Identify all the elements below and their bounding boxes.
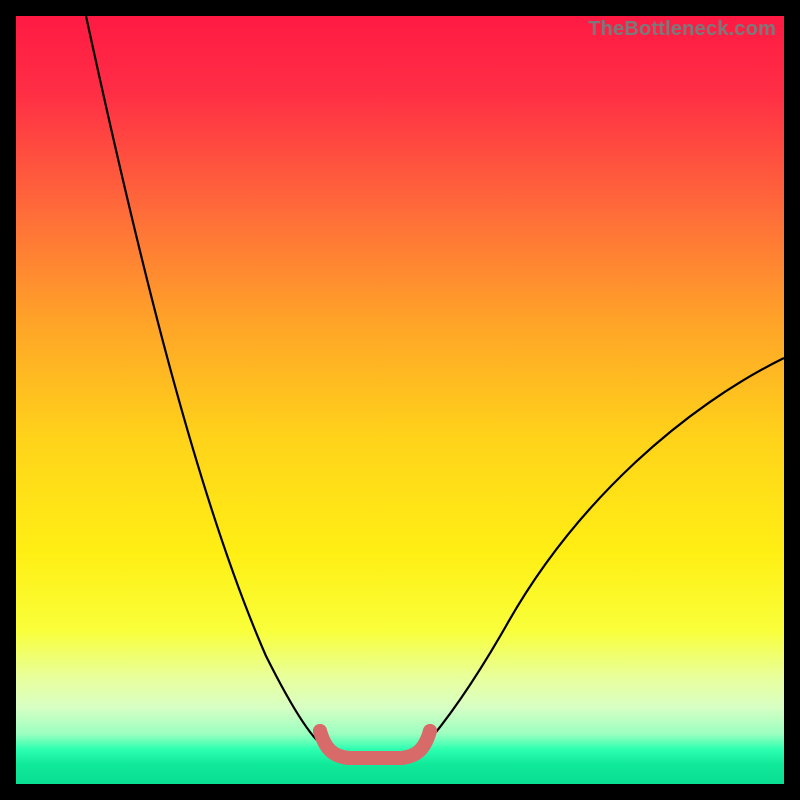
chart-frame: TheBottleneck.com (0, 0, 800, 800)
trough-endpoint (313, 724, 327, 738)
plot-area (16, 16, 784, 784)
bottleneck-curve (16, 16, 784, 784)
watermark-text: TheBottleneck.com (588, 18, 776, 41)
trough-arc (320, 731, 430, 758)
curve-right-branch (422, 358, 784, 749)
trough-endpoint (423, 724, 437, 738)
optimal-zone-marker (313, 724, 437, 758)
curve-left-branch (86, 16, 328, 749)
